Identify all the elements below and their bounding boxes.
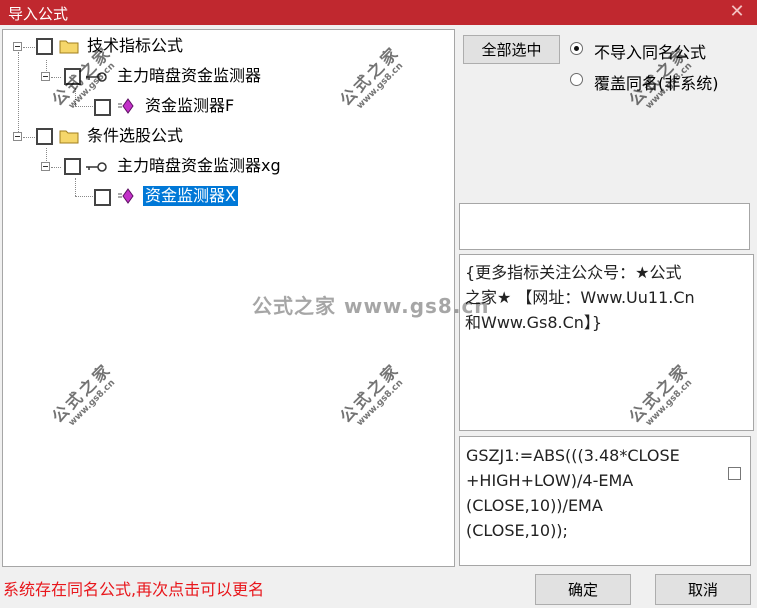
tree-line <box>23 137 35 138</box>
folder-icon <box>59 40 79 54</box>
expander-toggle[interactable] <box>41 72 50 81</box>
info-box <box>459 203 750 250</box>
formula-box[interactable]: GSZJ1:=ABS(((3.48*CLOSE +HIGH+LOW)/4-EMA… <box>459 436 751 566</box>
tree-line <box>23 47 35 48</box>
tree-node-label[interactable]: 技术指标公式 <box>87 36 183 56</box>
expander-toggle[interactable] <box>41 162 50 171</box>
tree-line <box>75 106 93 107</box>
expander-toggle[interactable] <box>13 132 22 141</box>
key-icon <box>86 72 107 82</box>
tree-line <box>75 88 76 106</box>
title-bar: 导入公式 ✕ <box>0 0 757 25</box>
no-import-label[interactable]: 不导入同名公式 <box>594 39 706 63</box>
cancel-button[interactable]: 取消 <box>655 574 751 605</box>
tree-line <box>51 167 61 168</box>
child2-checkbox[interactable] <box>64 158 81 175</box>
watermark: 公式之家 www.gs8.cn <box>252 294 490 318</box>
tree-node-label[interactable]: 主力暗盘资金监测器xg <box>117 156 281 176</box>
formula-line: +HIGH+LOW)/4-EMA <box>466 471 634 490</box>
overwrite-radio[interactable] <box>570 73 583 86</box>
overwrite-label[interactable]: 覆盖同名(非系统) <box>594 70 719 94</box>
tree-node-label[interactable]: 主力暗盘资金监测器 <box>117 66 261 86</box>
child1-checkbox[interactable] <box>64 68 81 85</box>
formula-line: (CLOSE,10)); <box>466 521 568 540</box>
group1-checkbox[interactable] <box>36 38 53 55</box>
leaf2-checkbox[interactable] <box>94 189 111 206</box>
select-all-button[interactable]: 全部选中 <box>463 35 560 64</box>
formula-line: GSZJ1:=ABS(((3.48*CLOSE <box>466 446 680 465</box>
leaf1-checkbox[interactable] <box>94 99 111 116</box>
tree-line <box>75 178 76 196</box>
tree-line <box>18 52 19 140</box>
expander-toggle[interactable] <box>13 42 22 51</box>
group2-checkbox[interactable] <box>36 128 53 145</box>
tree-line <box>75 196 93 197</box>
no-import-radio[interactable] <box>570 42 583 55</box>
formula-line: (CLOSE,10))/EMA <box>466 496 603 515</box>
tree-node-label-selected[interactable]: 资金监测器X <box>143 186 238 206</box>
ok-button[interactable]: 确定 <box>535 574 631 605</box>
description-box: {更多指标关注公众号：★公式 之家★ 【网址：Www.Uu11.Cn 和Www.… <box>459 254 754 431</box>
folder-icon <box>59 130 79 144</box>
key-icon <box>86 162 107 172</box>
tree-line <box>51 77 61 78</box>
status-message: 系统存在同名公式,再次点击可以更名 <box>3 580 265 599</box>
gem-icon <box>118 98 134 114</box>
formula-checkbox[interactable] <box>728 467 741 480</box>
window-title: 导入公式 <box>8 5 69 23</box>
tree-node-label[interactable]: 条件选股公式 <box>87 126 183 146</box>
description-line: 之家★ 【网址：Www.Uu11.Cn <box>465 288 695 307</box>
gem-icon <box>118 188 134 204</box>
close-button[interactable]: ✕ <box>717 0 757 25</box>
tree-node-label[interactable]: 资金监测器F <box>145 96 234 116</box>
description-line: {更多指标关注公众号：★公式 <box>465 263 682 282</box>
